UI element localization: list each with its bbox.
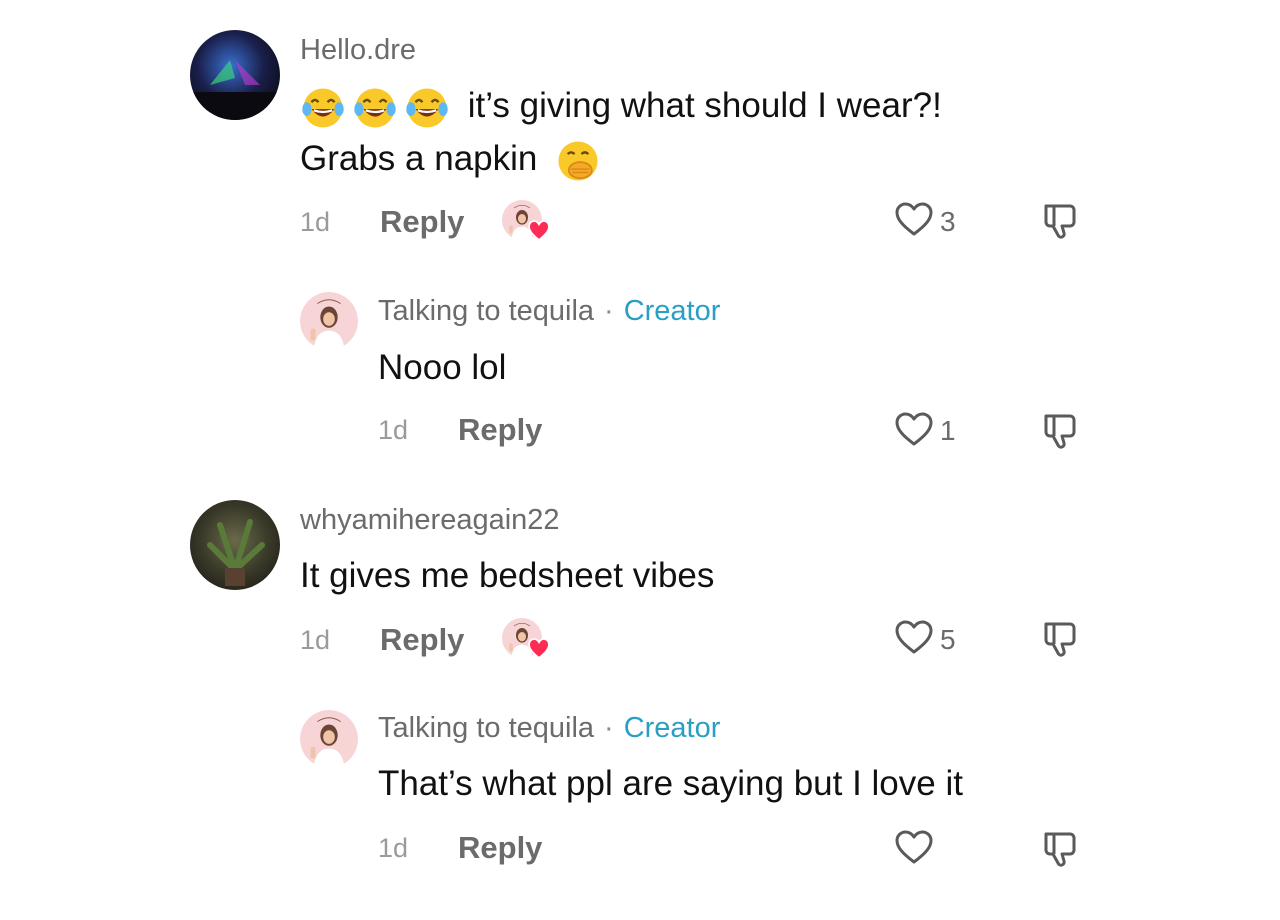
like-count: 5 (940, 624, 956, 655)
separator-dot: · (604, 295, 614, 327)
dislike-icon[interactable] (1040, 200, 1080, 240)
laughing-emoji-icon (300, 85, 346, 131)
reply-time: 1d (378, 415, 409, 445)
creator-avatar-icon (300, 710, 358, 768)
reply-username-row: Talking to tequila · Creator (378, 712, 720, 745)
red-heart-icon (528, 638, 550, 659)
reply-button[interactable]: Reply (380, 622, 464, 658)
reply-button[interactable]: Reply (380, 204, 464, 240)
reply-time: 1d (378, 833, 409, 863)
creator-avatar-icon (300, 292, 358, 350)
reply-button[interactable]: Reply (458, 830, 542, 866)
reply-button[interactable]: Reply (458, 412, 542, 448)
plant-image-icon (207, 519, 265, 586)
laughing-emoji-icon (352, 85, 398, 131)
creator-badge: Creator (623, 712, 721, 744)
avatar[interactable] (300, 710, 358, 768)
dislike-icon[interactable] (1040, 410, 1080, 450)
creator-liked-indicator (502, 200, 550, 246)
dislike-icon[interactable] (1040, 618, 1080, 658)
heart-icon[interactable] (894, 828, 934, 868)
reply-username[interactable]: Talking to tequila (378, 295, 594, 327)
comment-username[interactable]: whyamihereagain22 (300, 504, 560, 537)
red-heart-icon (528, 220, 550, 241)
concert-image-icon (190, 60, 280, 120)
reply-username[interactable]: Talking to tequila (378, 712, 594, 744)
comment-text: It gives me bedsheet vibes (300, 556, 715, 595)
like-count: 3 (940, 206, 956, 237)
comment-time: 1d (300, 207, 331, 237)
heart-icon[interactable] (894, 618, 934, 658)
creator-liked-indicator (502, 618, 550, 664)
comment-text-line2: Grabs a napkin (300, 139, 538, 178)
like-count: 1 (940, 415, 956, 446)
comment-text: it’s giving what should I wear?! (300, 80, 942, 132)
creator-badge: Creator (623, 295, 721, 327)
dislike-icon[interactable] (1040, 828, 1080, 868)
separator-dot: · (604, 712, 614, 744)
reply-username-row: Talking to tequila · Creator (378, 295, 720, 328)
comment-text-line1: it’s giving what should I wear?! (467, 86, 942, 125)
reply-text: Nooo lol (378, 348, 507, 387)
comment-time: 1d (300, 625, 331, 655)
laughing-emoji-icon (404, 85, 450, 131)
heart-icon[interactable] (894, 410, 934, 450)
heart-icon[interactable] (894, 200, 934, 240)
avatar[interactable] (190, 30, 280, 120)
comment-text-line2-row: Grabs a napkin (300, 133, 601, 185)
comment-username[interactable]: Hello.dre (300, 34, 416, 67)
reply-text: That’s what ppl are saying but I love it (378, 764, 963, 803)
avatar[interactable] (300, 292, 358, 350)
avatar[interactable] (190, 500, 280, 590)
hand-over-mouth-emoji-icon (555, 138, 601, 184)
